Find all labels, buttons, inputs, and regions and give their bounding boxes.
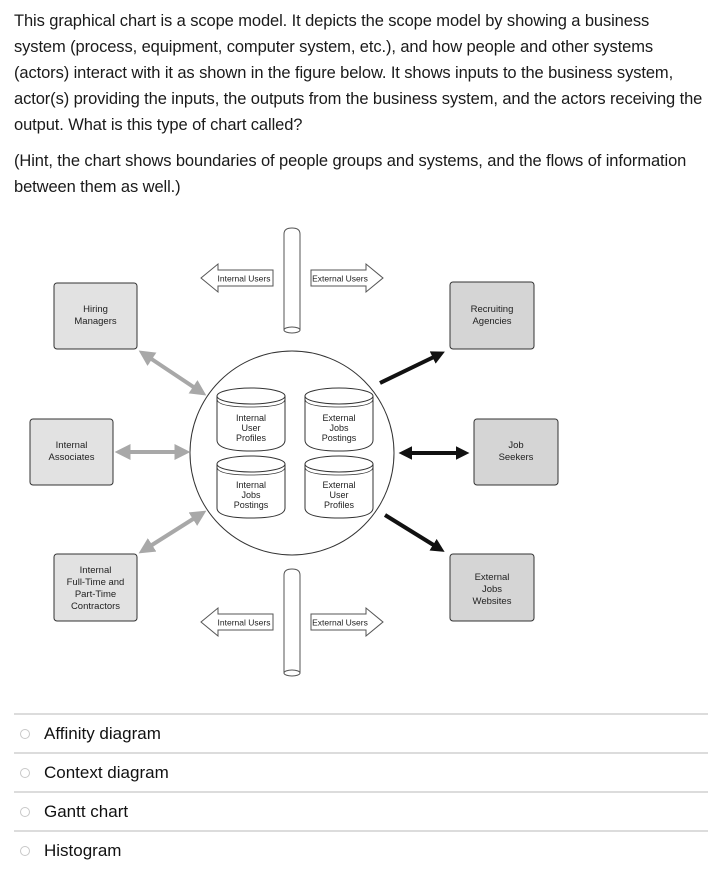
flow-external-jobs-websites xyxy=(383,513,445,552)
internal-users-label-top: Internal Users xyxy=(218,274,271,284)
actor-internal-contractors: Internal Full-Time and Part-Time Contrac… xyxy=(53,553,138,622)
diagram-label: Jobs xyxy=(482,584,502,595)
diagram-label: Hiring xyxy=(83,304,108,315)
option-label: Gantt chart xyxy=(44,801,129,821)
external-users-arrow-bottom: External Users xyxy=(310,606,384,638)
diagram-label: User xyxy=(329,490,348,500)
actor-external-jobs-websites: External Jobs Websites xyxy=(449,553,535,622)
diagram-label: Contractors xyxy=(71,601,120,612)
external-users-label-bottom: External Users xyxy=(312,618,368,628)
diagram-label: Agencies xyxy=(472,316,511,327)
diagram-label: Internal xyxy=(56,440,88,451)
diagram-label: Managers xyxy=(74,316,116,327)
radio-button[interactable] xyxy=(20,806,30,817)
diagram-label: Websites xyxy=(473,596,512,607)
diagram-label: Internal xyxy=(80,565,112,576)
question-paragraph: This graphical chart is a scope model. I… xyxy=(14,12,703,134)
diagram-label: Internal xyxy=(236,413,266,423)
diagram-label: User xyxy=(241,423,260,433)
actor-job-seekers: Job Seekers xyxy=(473,418,559,486)
diagram-label: Recruiting xyxy=(471,304,514,315)
diagram-label: Jobs xyxy=(329,423,349,433)
diagram-label: Profiles xyxy=(324,500,355,510)
datastore-external-user-profiles: External User Profiles xyxy=(304,455,374,519)
radio-button[interactable] xyxy=(20,845,30,856)
option-gantt-chart[interactable]: Gantt chart xyxy=(14,791,708,830)
datastore-internal-jobs-postings: Internal Jobs Postings xyxy=(216,455,286,519)
question-hint: (Hint, the chart shows boundaries of peo… xyxy=(14,152,687,196)
diagram-label: Job xyxy=(508,440,523,451)
flow-internal-contractors xyxy=(138,510,207,554)
diagram-label: External xyxy=(475,572,510,583)
external-users-label-top: External Users xyxy=(312,274,368,284)
internal-users-arrow-top: Internal Users xyxy=(200,262,274,294)
flow-hiring-managers xyxy=(138,350,207,396)
datastore-internal-user-profiles: Internal User Profiles xyxy=(216,387,286,452)
boundary-pipe-bottom xyxy=(283,568,301,677)
answer-options: Affinity diagram Context diagram Gantt c… xyxy=(14,713,708,869)
flow-recruiting-agencies xyxy=(379,351,445,385)
option-affinity-diagram[interactable]: Affinity diagram xyxy=(14,713,708,752)
internal-users-label-bottom: Internal Users xyxy=(218,618,271,628)
radio-button[interactable] xyxy=(20,767,30,778)
diagram-label: Part-Time xyxy=(75,589,116,600)
external-users-arrow-top: External Users xyxy=(310,262,384,294)
diagram-label: Internal xyxy=(236,480,266,490)
scope-diagram: Internal Users External Users Internal U… xyxy=(29,227,559,677)
diagram-label: Associates xyxy=(49,452,95,463)
business-system-circle xyxy=(189,350,395,556)
diagram-label: Jobs xyxy=(241,490,261,500)
actor-recruiting-agencies: Recruiting Agencies xyxy=(449,281,535,350)
diagram-label: Postings xyxy=(234,500,269,510)
internal-users-arrow-bottom: Internal Users xyxy=(200,606,274,638)
diagram-label: Seekers xyxy=(499,452,534,463)
datastore-external-jobs-postings: External Jobs Postings xyxy=(304,387,374,452)
diagram-label: External xyxy=(322,413,355,423)
option-label: Context diagram xyxy=(44,762,169,782)
actor-internal-associates: Internal Associates xyxy=(29,418,114,486)
option-histogram[interactable]: Histogram xyxy=(14,830,708,869)
actor-hiring-managers: Hiring Managers xyxy=(53,282,138,350)
radio-button[interactable] xyxy=(20,728,30,739)
diagram-label: Postings xyxy=(322,433,357,443)
option-context-diagram[interactable]: Context diagram xyxy=(14,752,708,791)
boundary-pipe-top xyxy=(283,227,301,334)
question-text: This graphical chart is a scope model. I… xyxy=(14,8,704,210)
option-label: Histogram xyxy=(44,840,122,860)
option-label: Affinity diagram xyxy=(44,723,161,743)
diagram-label: External xyxy=(322,480,355,490)
diagram-label: Profiles xyxy=(236,433,267,443)
diagram-label: Full-Time and xyxy=(67,577,125,588)
